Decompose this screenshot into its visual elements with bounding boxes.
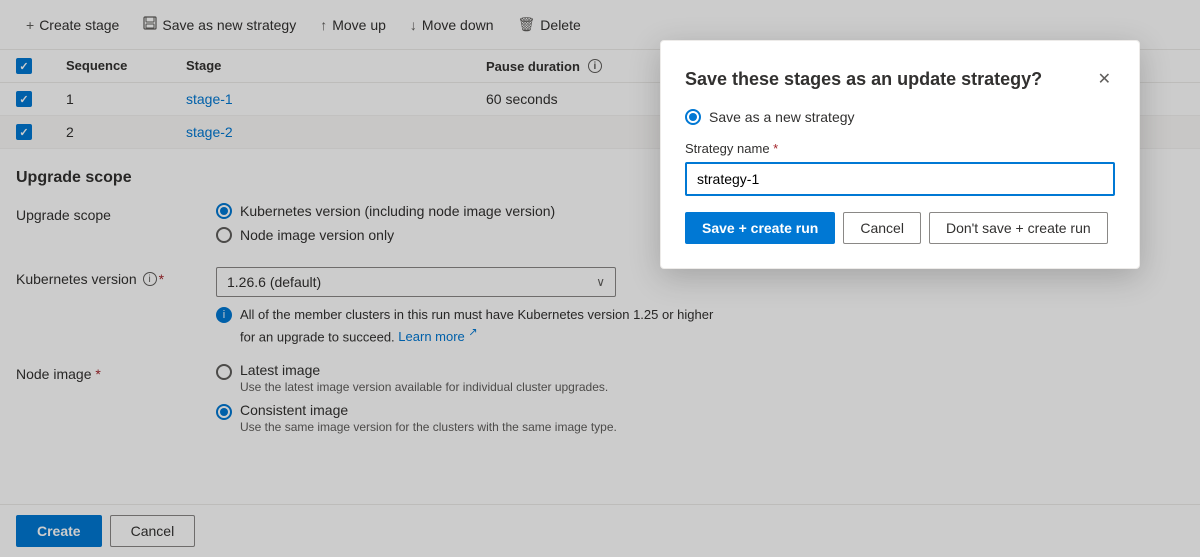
modal-actions: Save + create run Cancel Don't save + cr… bbox=[685, 212, 1115, 244]
modal-close-button[interactable]: ✕ bbox=[1094, 65, 1115, 93]
modal-overlay: Save these stages as an update strategy?… bbox=[0, 0, 1200, 557]
modal-dont-save-button[interactable]: Don't save + create run bbox=[929, 212, 1108, 244]
modal-cancel-button[interactable]: Cancel bbox=[843, 212, 921, 244]
modal-radio-option[interactable]: Save as a new strategy bbox=[685, 109, 1115, 125]
modal-radio-label: Save as a new strategy bbox=[709, 109, 855, 125]
save-strategy-modal: Save these stages as an update strategy?… bbox=[660, 40, 1140, 269]
modal-save-radio[interactable] bbox=[685, 109, 701, 125]
modal-header: Save these stages as an update strategy?… bbox=[685, 65, 1115, 93]
modal-save-create-run-button[interactable]: Save + create run bbox=[685, 212, 835, 244]
modal-strategy-name-input[interactable] bbox=[685, 162, 1115, 196]
modal-title: Save these stages as an update strategy? bbox=[685, 69, 1042, 90]
modal-strategy-name-label: Strategy name bbox=[685, 141, 1115, 156]
